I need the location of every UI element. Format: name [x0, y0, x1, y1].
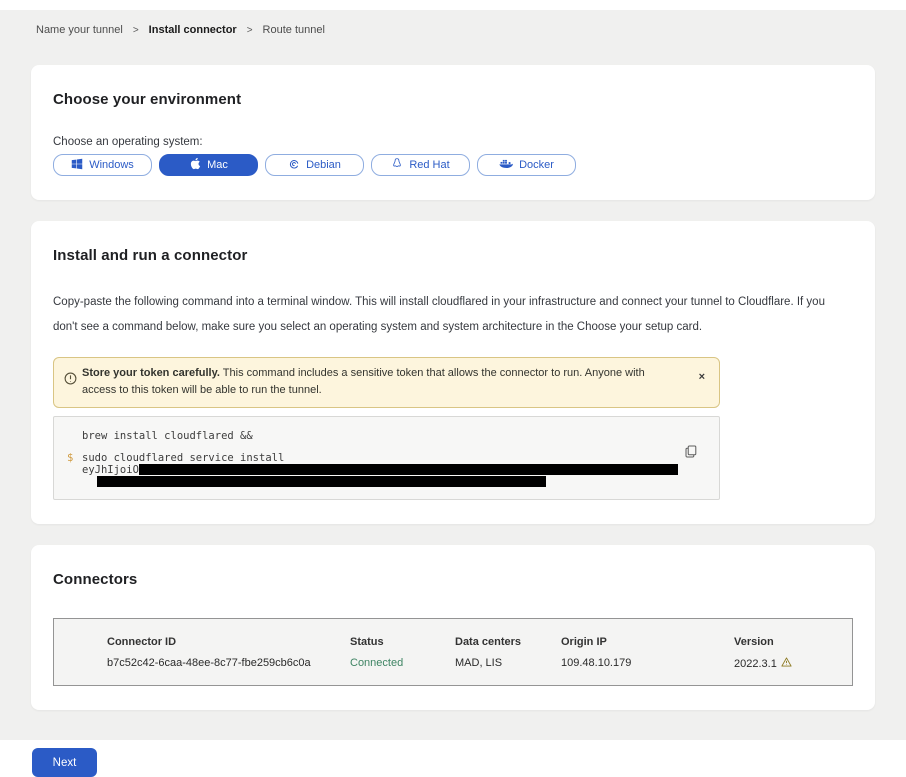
- next-button[interactable]: Next: [32, 748, 97, 777]
- os-button-docker[interactable]: Docker: [477, 154, 576, 176]
- breadcrumb-name-your-tunnel[interactable]: Name your tunnel: [36, 24, 123, 36]
- column-header-status: Status: [350, 636, 455, 648]
- terminal-command-block: brew install cloudflared && $sudo cloudf…: [53, 416, 720, 500]
- os-button-group: Windows Mac Debian Red Hat: [53, 154, 853, 176]
- shell-prompt: $: [67, 452, 73, 464]
- connectors-table: Connector ID Status Data centers Origin …: [53, 618, 853, 686]
- os-button-redhat[interactable]: Red Hat: [371, 154, 470, 176]
- os-button-label: Red Hat: [409, 159, 449, 171]
- token-prefix: eyJhIjoiO: [82, 464, 139, 476]
- os-button-label: Mac: [207, 159, 228, 171]
- breadcrumb-route-tunnel[interactable]: Route tunnel: [263, 24, 325, 36]
- connectors-title: Connectors: [53, 571, 853, 588]
- copy-icon[interactable]: [685, 445, 697, 461]
- debian-swirl-icon: [288, 158, 300, 173]
- data-centers-value: MAD, LIS: [455, 657, 561, 670]
- info-circle-icon: [64, 372, 77, 391]
- token-warning-bold: Store your token carefully.: [82, 367, 220, 379]
- status-badge: Connected: [350, 657, 455, 670]
- os-button-label: Debian: [306, 159, 341, 171]
- terminal-line-token-2: [67, 476, 679, 488]
- os-button-mac[interactable]: Mac: [159, 154, 258, 176]
- install-connector-title: Install and run a connector: [53, 247, 853, 264]
- breadcrumb: Name your tunnel > Install connector > R…: [31, 24, 875, 36]
- token-warning-callout: Store your token carefully. This command…: [53, 357, 720, 408]
- column-header-connector-id: Connector ID: [107, 636, 350, 648]
- redacted-token-bar: [139, 464, 678, 475]
- version-warning-icon: [781, 657, 792, 670]
- docker-whale-icon: [499, 158, 513, 172]
- os-button-debian[interactable]: Debian: [265, 154, 364, 176]
- install-connector-description: Copy-paste the following command into a …: [53, 290, 848, 340]
- os-button-label: Docker: [519, 159, 554, 171]
- close-icon[interactable]: ×: [699, 372, 705, 382]
- redacted-token-bar: [97, 476, 546, 487]
- column-header-origin-ip: Origin IP: [561, 636, 734, 648]
- column-header-data-centers: Data centers: [455, 636, 561, 648]
- os-button-windows[interactable]: Windows: [53, 154, 152, 176]
- breadcrumb-separator: >: [133, 25, 139, 36]
- connectors-card: Connectors Connector ID Status Data cent…: [31, 545, 875, 710]
- page: Name your tunnel > Install connector > R…: [0, 10, 906, 740]
- windows-logo-icon: [71, 158, 83, 173]
- os-select-label: Choose an operating system:: [53, 136, 853, 148]
- install-connector-card: Install and run a connector Copy-paste t…: [31, 221, 875, 524]
- linux-penguin-icon: [391, 157, 403, 173]
- terminal-line-token: eyJhIjoiO: [67, 464, 679, 476]
- connector-id-value: b7c52c42-6caa-48ee-8c77-fbe259cb6c0a: [107, 657, 350, 670]
- breadcrumb-install-connector[interactable]: Install connector: [149, 24, 237, 36]
- terminal-line-sudo: $sudo cloudflared service install: [67, 452, 679, 464]
- environment-card-title: Choose your environment: [53, 91, 853, 108]
- version-value: 2022.3.1: [734, 657, 832, 670]
- apple-logo-icon: [189, 157, 201, 173]
- terminal-line-brew: brew install cloudflared &&: [67, 430, 679, 442]
- origin-ip-value: 109.48.10.179: [561, 657, 734, 670]
- column-header-version: Version: [734, 636, 832, 648]
- os-button-label: Windows: [89, 159, 134, 171]
- environment-card: Choose your environment Choose an operat…: [31, 65, 875, 200]
- breadcrumb-separator: >: [247, 25, 253, 36]
- top-strip: [0, 0, 906, 10]
